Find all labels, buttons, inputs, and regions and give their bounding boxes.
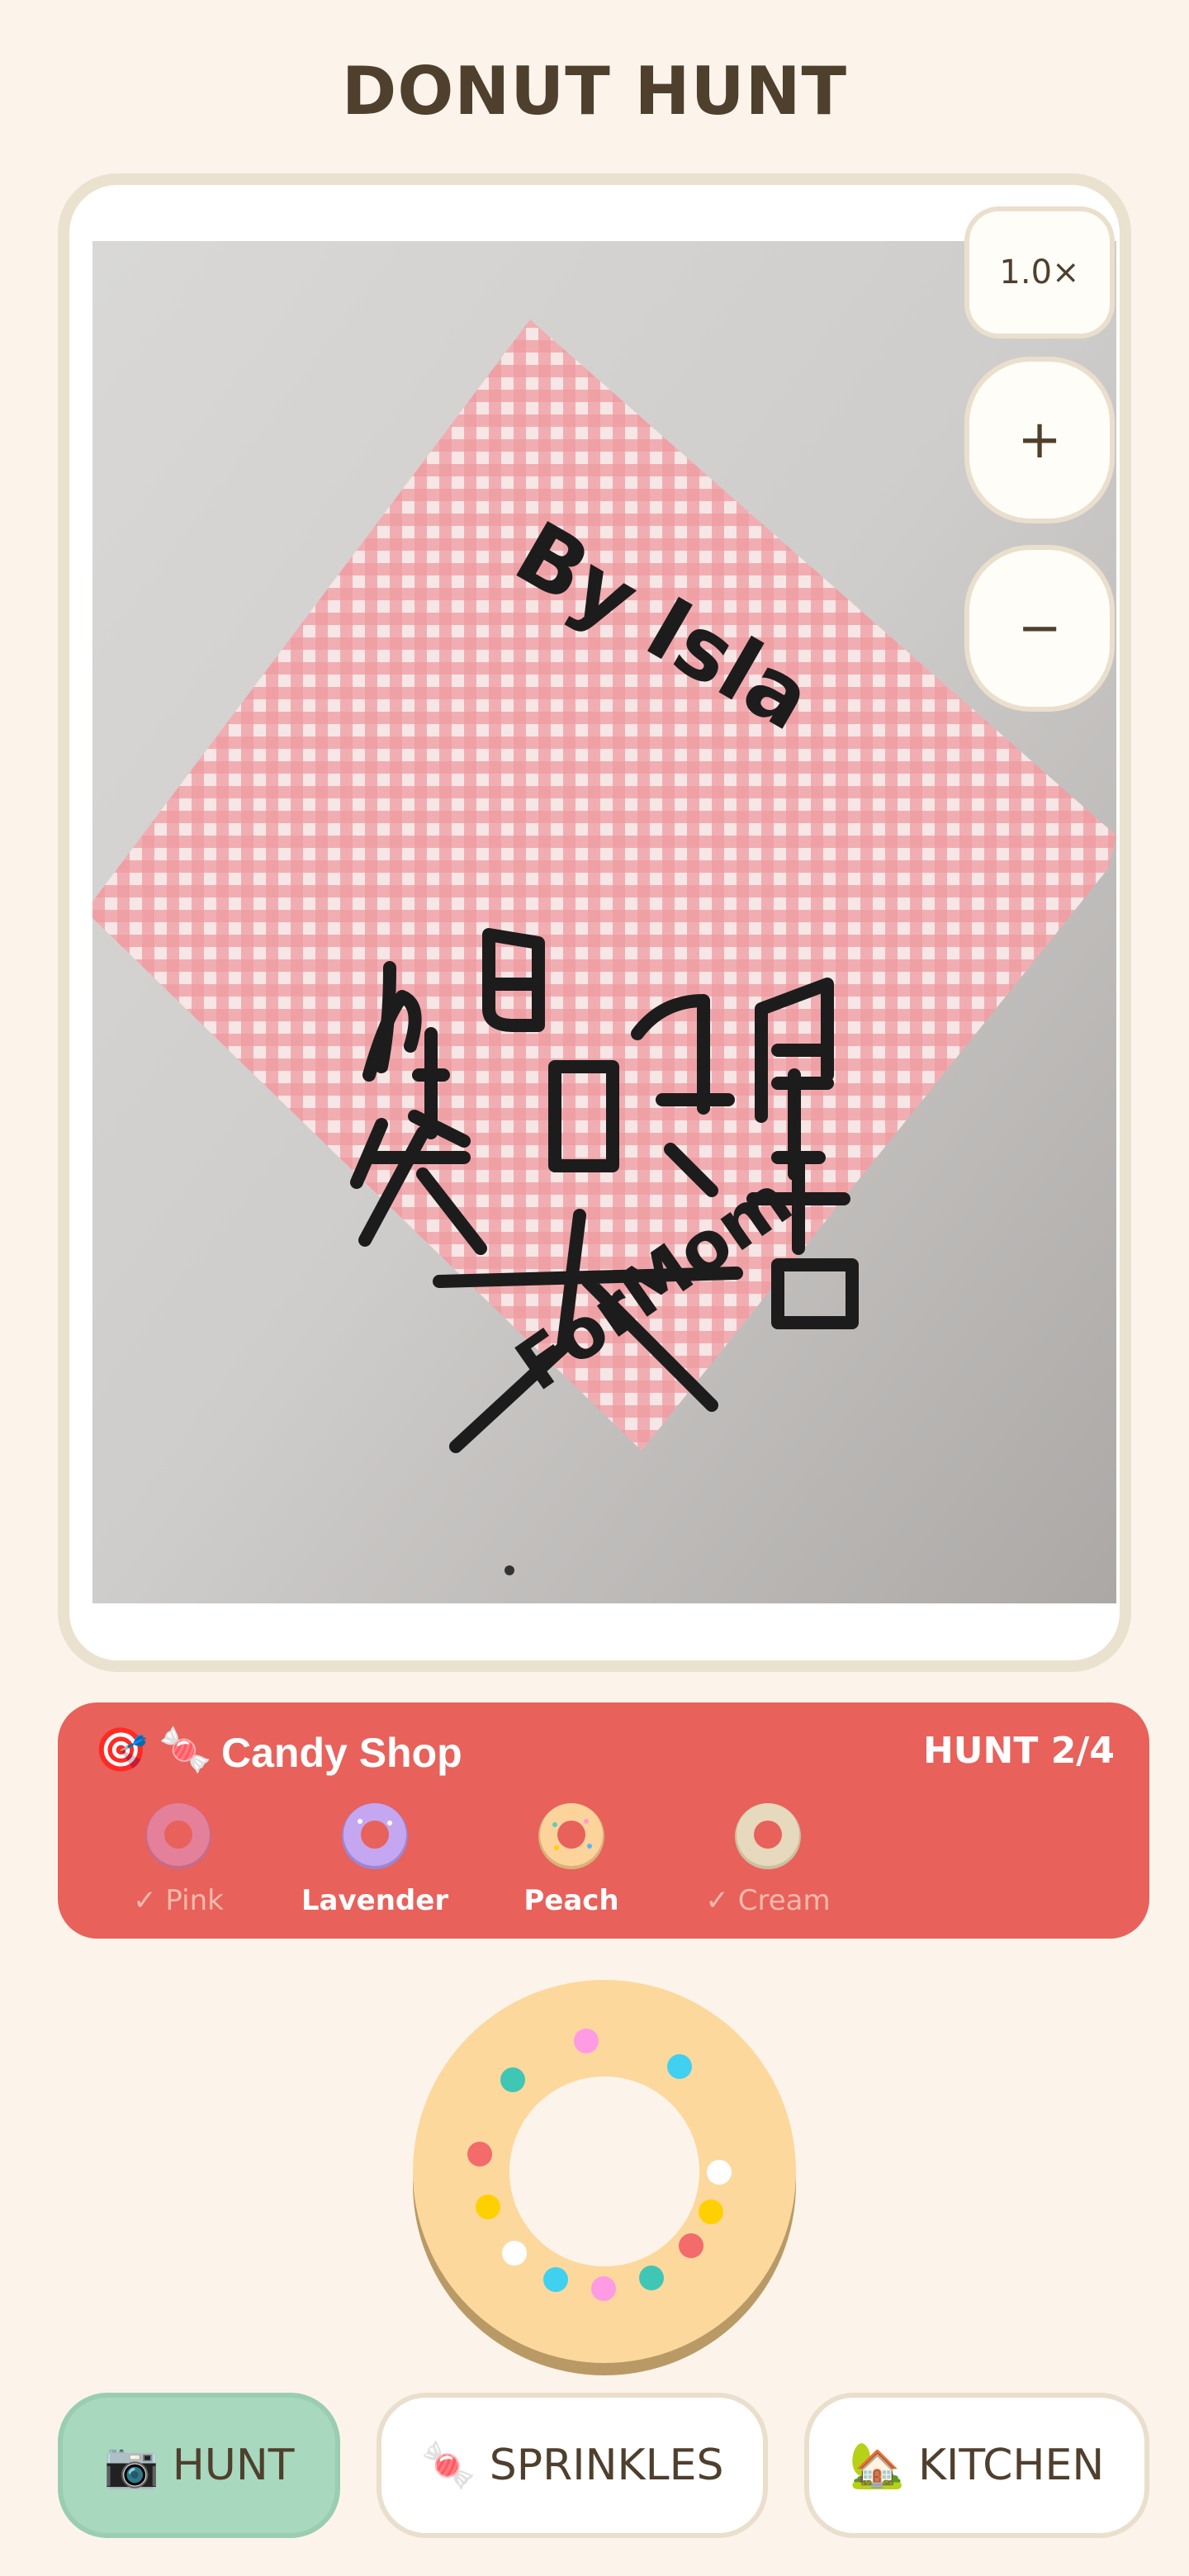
- lavender-donut-icon: [342, 1803, 408, 1869]
- target-label: Peach: [523, 1884, 619, 1917]
- nav-kitchen-button[interactable]: 🏡 KITCHEN: [804, 2393, 1149, 2538]
- camera-feed[interactable]: By Isla ForMom: [92, 241, 1116, 1603]
- target-label: Lavender: [301, 1884, 449, 1917]
- nav-sprinkles-label: SPRINKLES: [489, 2441, 724, 2490]
- target-peach: Peach: [497, 1797, 646, 1917]
- hunt-panel: 🎯 🍬 Candy Shop HUNT 2/4 ✓ Pink Lavender …: [58, 1702, 1149, 1939]
- donut-preview[interactable]: [406, 1973, 803, 2378]
- cream-donut-icon: [735, 1803, 801, 1869]
- house-icon: 🏡: [849, 2439, 905, 2491]
- target-cream: ✓ Cream: [694, 1797, 842, 1917]
- candy-icon: 🍬: [420, 2439, 476, 2491]
- zoom-in-button[interactable]: +: [964, 357, 1115, 523]
- target-lavender: Lavender: [301, 1797, 449, 1917]
- peach-donut-icon: [538, 1803, 604, 1869]
- zoom-out-button[interactable]: −: [964, 545, 1115, 712]
- target-icon: 🎯: [94, 1726, 148, 1774]
- camera-icon: 📷: [103, 2439, 159, 2491]
- target-pink: ✓ Pink: [104, 1797, 253, 1917]
- target-label: ✓ Pink: [133, 1884, 224, 1917]
- app-title: DONUT HUNT: [341, 53, 848, 130]
- target-label: ✓ Cream: [705, 1884, 831, 1917]
- nav-sprinkles-button[interactable]: 🍬 SPRINKLES: [377, 2393, 768, 2538]
- hunt-progress: HUNT 2/4: [922, 1730, 1115, 1772]
- candy-icon: 🍬: [159, 1726, 212, 1774]
- donut-icon: [413, 1980, 796, 2375]
- camera-image: By Isla ForMom: [92, 241, 1116, 1603]
- nav-hunt-label: HUNT: [172, 2441, 295, 2490]
- pink-donut-icon: [145, 1803, 211, 1869]
- shop-name: Candy Shop: [221, 1730, 462, 1776]
- nav-hunt-button[interactable]: 📷 HUNT: [58, 2393, 340, 2538]
- nav-kitchen-label: KITCHEN: [917, 2441, 1105, 2490]
- zoom-level-readout: 1.0×: [964, 206, 1115, 339]
